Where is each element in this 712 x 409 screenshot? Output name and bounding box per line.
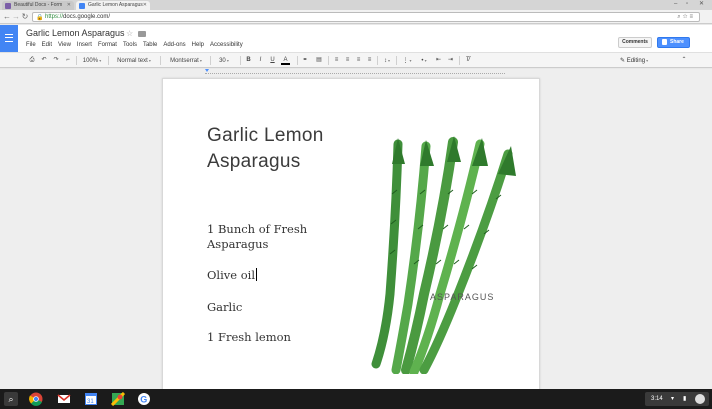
share-button[interactable]: Share: [657, 37, 690, 48]
recipe-heading[interactable]: Garlic Lemon Asparagus: [207, 123, 367, 175]
ingredient-line[interactable]: Olive oil: [207, 268, 317, 283]
ingredient-line[interactable]: Garlic: [207, 300, 317, 315]
url-text[interactable]: https://docs.google.com/: [45, 13, 110, 21]
editing-mode-label: Editing: [626, 58, 646, 64]
align-left-icon[interactable]: ≡: [332, 56, 341, 65]
tab-garlic-lemon-asparagus[interactable]: Garlic Lemon Asparagus ✕: [76, 1, 150, 10]
menu-insert[interactable]: Insert: [77, 41, 92, 49]
style-select[interactable]: Normal text: [112, 56, 156, 65]
docs-header: Garlic Lemon Asparagus ☆ File Edit View …: [0, 25, 712, 52]
menu-view[interactable]: View: [58, 41, 71, 49]
align-center-icon[interactable]: ≡: [343, 56, 352, 65]
battery-icon: ▮: [683, 396, 687, 402]
tab-label: Beautiful Docs - Form: [14, 2, 63, 8]
star-icon[interactable]: ☆: [126, 29, 133, 38]
numbered-list-icon[interactable]: ⋮: [400, 56, 414, 65]
print-icon[interactable]: ⎙: [28, 56, 36, 65]
bold-icon[interactable]: B: [245, 56, 252, 65]
avatar: [695, 394, 705, 404]
text-color-icon[interactable]: A: [281, 56, 290, 65]
browser-toolbar: ← → ↻ 🔒 https://docs.google.com/ ⌕☆≡: [0, 10, 712, 24]
menu-format[interactable]: Format: [98, 41, 117, 49]
svg-text:G: G: [140, 395, 147, 405]
url-scheme: https://: [45, 14, 64, 20]
browser-window: Beautiful Docs - Form ✕ Garlic Lemon Asp…: [0, 0, 712, 398]
indent-marker-icon[interactable]: [205, 69, 209, 72]
italic-icon[interactable]: I: [257, 56, 264, 65]
undo-icon[interactable]: ↶: [40, 56, 48, 65]
tab-strip: Beautiful Docs - Form ✕ Garlic Lemon Asp…: [0, 0, 712, 10]
ingredient-line[interactable]: 1 Fresh lemon: [207, 330, 317, 345]
increase-indent-icon[interactable]: ⇥: [446, 56, 455, 65]
font-size-select[interactable]: 30: [214, 56, 234, 65]
clear-formatting-icon[interactable]: T̸: [463, 56, 472, 65]
asparagus-illustration[interactable]: ASPARAGUS: [368, 134, 518, 374]
collapse-menus-icon[interactable]: ⌃: [680, 56, 688, 65]
close-tab-icon[interactable]: ✕: [143, 1, 147, 10]
underline-icon[interactable]: U: [269, 56, 276, 65]
formatting-toolbar: ⎙ ↶ ↷ ⌐ 100% Normal text Montserrat 30 B…: [0, 52, 712, 68]
docs-home-icon[interactable]: [0, 25, 18, 52]
omnibox-actions: ⌕☆≡: [677, 13, 695, 21]
tab-beautiful-docs[interactable]: Beautiful Docs - Form ✕: [2, 1, 74, 10]
secure-lock-icon: 🔒: [36, 15, 44, 21]
minimize-icon[interactable]: –: [674, 0, 677, 9]
svg-text:31: 31: [87, 399, 94, 405]
bulleted-list-icon[interactable]: •: [417, 56, 431, 65]
menu-edit[interactable]: Edit: [42, 41, 52, 49]
ingredient-line[interactable]: 1 Bunch of Fresh Asparagus: [207, 222, 317, 252]
reload-icon[interactable]: ↻: [20, 12, 30, 22]
launcher-search-icon[interactable]: ⌕: [4, 392, 18, 406]
folder-icon[interactable]: [138, 31, 146, 37]
calendar-app-icon[interactable]: 31: [84, 392, 98, 406]
ruler[interactable]: [205, 69, 505, 74]
paint-format-icon[interactable]: ⌐: [64, 56, 72, 65]
close-window-icon[interactable]: ✕: [699, 0, 704, 9]
menu-file[interactable]: File: [26, 41, 36, 49]
decrease-indent-icon[interactable]: ⇤: [434, 56, 443, 65]
menu-bar: File Edit View Insert Format Tools Table…: [26, 41, 243, 49]
share-lock-icon: [662, 39, 667, 45]
comments-button[interactable]: Comments: [618, 37, 652, 48]
text-cursor: [256, 268, 258, 281]
pencil-icon: ✎: [620, 58, 627, 64]
menu-help[interactable]: Help: [192, 41, 204, 49]
wifi-icon: ▾: [671, 396, 675, 402]
document-page[interactable]: Garlic Lemon Asparagus 1 Bunch of Fresh …: [162, 78, 540, 398]
chrome-app-icon[interactable]: [29, 392, 43, 406]
maps-app-icon[interactable]: [111, 392, 125, 406]
google-search-app-icon[interactable]: G: [137, 392, 151, 406]
redo-icon[interactable]: ↷: [52, 56, 60, 65]
comment-icon[interactable]: ▤: [314, 56, 324, 65]
line-spacing-icon[interactable]: ↕: [380, 56, 394, 65]
justify-icon[interactable]: ≡: [365, 56, 374, 65]
gmail-app-icon[interactable]: [57, 392, 71, 406]
share-label: Share: [670, 39, 684, 45]
menu-icon[interactable]: ≡: [689, 14, 695, 20]
close-tab-icon[interactable]: ✕: [67, 1, 71, 10]
document-title[interactable]: Garlic Lemon Asparagus: [26, 28, 125, 38]
align-right-icon[interactable]: ≡: [354, 56, 363, 65]
status-tray[interactable]: 3:14 ▾ ▮: [645, 392, 709, 406]
ingredient-text: Olive oil: [207, 268, 256, 282]
tab-label: Garlic Lemon Asparagus: [88, 2, 143, 8]
link-icon[interactable]: ⚭: [300, 56, 310, 65]
menu-table[interactable]: Table: [143, 41, 157, 49]
menu-tools[interactable]: Tools: [123, 41, 137, 49]
zoom-select[interactable]: 100%: [80, 56, 104, 65]
illustration-caption: ASPARAGUS: [430, 292, 494, 302]
font-select[interactable]: Montserrat: [164, 56, 208, 65]
forms-favicon-icon: [5, 3, 11, 9]
address-bar[interactable]: 🔒 https://docs.google.com/ ⌕☆≡: [32, 12, 700, 22]
docs-favicon-icon: [79, 3, 85, 9]
clock-time: 3:14: [651, 396, 663, 402]
document-canvas: Garlic Lemon Asparagus 1 Bunch of Fresh …: [0, 69, 712, 398]
url-host: docs.google.com/: [63, 14, 111, 20]
menu-add-ons[interactable]: Add-ons: [163, 41, 185, 49]
taskbar: ⌕ 31 G 3:14 ▾ ▮: [0, 389, 712, 409]
editing-mode-select[interactable]: ✎ Editing ▾: [620, 56, 648, 66]
menu-accessibility[interactable]: Accessibility: [210, 41, 243, 49]
maximize-icon[interactable]: ▫: [686, 0, 688, 9]
